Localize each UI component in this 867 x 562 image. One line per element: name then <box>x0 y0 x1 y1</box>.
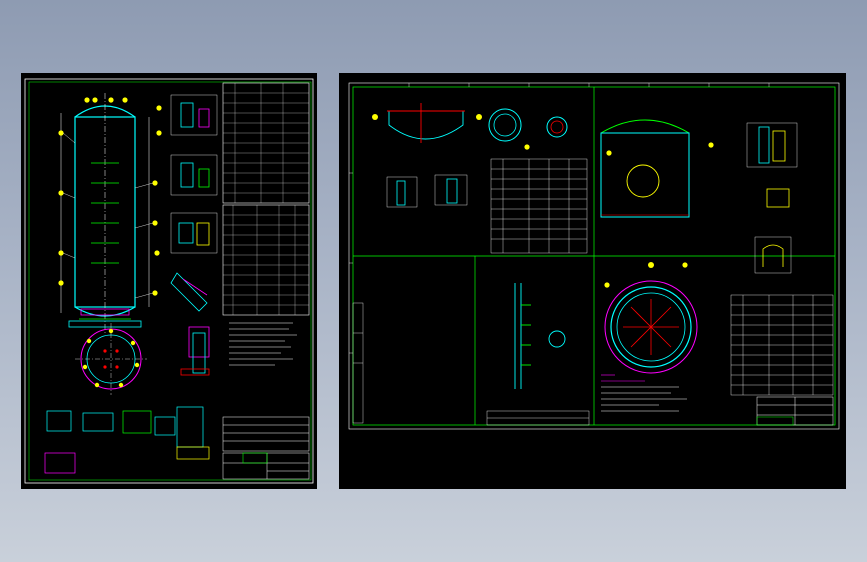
shell-section <box>386 174 468 208</box>
title-block <box>222 416 310 480</box>
ring-plan <box>488 108 568 150</box>
parts-list-upper <box>490 158 588 254</box>
margin-table <box>352 302 364 424</box>
plate-detail <box>486 283 590 426</box>
right-drawing-sheet <box>339 73 846 489</box>
bottom-details <box>44 406 210 474</box>
nozzle-details <box>170 94 218 376</box>
left-drawing-sheet <box>21 73 317 489</box>
head-detail <box>372 103 482 143</box>
parts-list-table <box>222 82 310 316</box>
title-block-right <box>756 396 834 426</box>
parts-list-lower <box>730 294 834 396</box>
vessel-top-plan <box>75 323 147 395</box>
vessel-component-drawing <box>348 82 840 430</box>
technical-notes <box>601 374 687 412</box>
vessel-assembly-drawing <box>24 78 314 484</box>
flange-plan <box>604 262 698 374</box>
technical-requirements <box>229 322 297 366</box>
vessel-elevation <box>58 93 162 333</box>
grid-markers <box>349 83 770 354</box>
vessel-head-section <box>600 119 714 218</box>
nozzle-detail <box>746 122 798 274</box>
